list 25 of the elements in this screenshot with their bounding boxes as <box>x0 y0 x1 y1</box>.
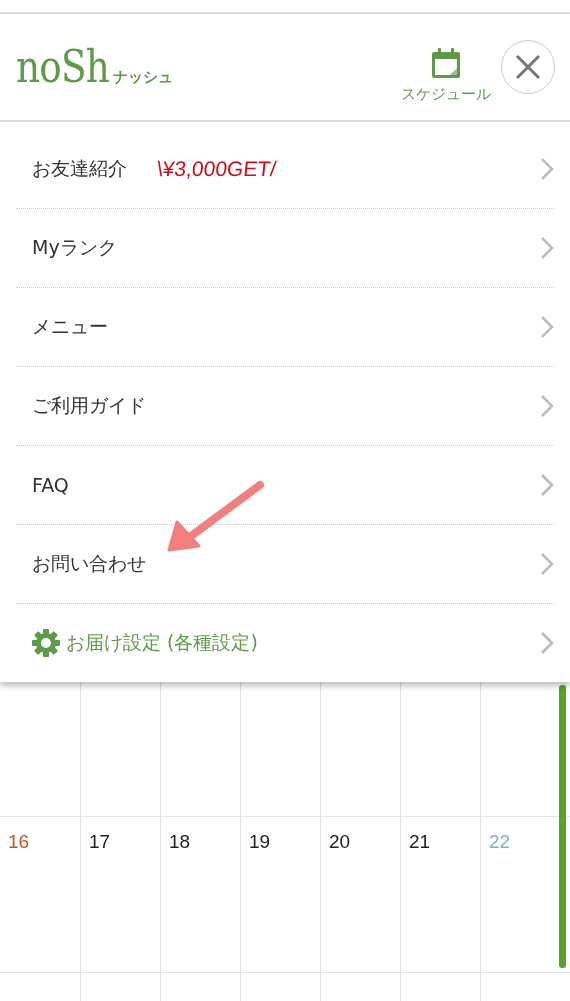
menu-item[interactable]: メニュー <box>16 288 554 367</box>
chevron-icon <box>540 394 554 418</box>
calendar-icon <box>431 46 461 79</box>
menu-item[interactable]: ご利用ガイド <box>16 367 554 446</box>
calendar-day[interactable]: 19 <box>249 831 271 852</box>
close-icon <box>515 54 541 80</box>
chevron-icon <box>540 473 554 497</box>
menu-item[interactable]: お友達紹介 \¥3,000GET/ <box>16 130 554 209</box>
calendar-day[interactable]: 16 <box>8 831 30 852</box>
menu-item[interactable]: FAQ <box>16 446 554 525</box>
calendar-day[interactable]: 20 <box>329 831 351 852</box>
chevron-icon <box>540 315 554 339</box>
calendar-day[interactable]: 18 <box>169 831 191 852</box>
promo-text: \¥3,000GET/ <box>155 157 278 181</box>
chevron-icon <box>540 552 554 576</box>
schedule-button[interactable]: スケジュール <box>401 46 491 104</box>
calendar-day[interactable]: 17 <box>89 831 111 852</box>
gear-icon <box>32 629 60 657</box>
close-button[interactable] <box>501 40 555 94</box>
scrollbar[interactable] <box>559 685 566 968</box>
menu-item[interactable]: Myランク <box>16 209 554 288</box>
calendar-day[interactable]: 21 <box>409 831 431 852</box>
chevron-icon <box>540 631 554 655</box>
chevron-icon <box>540 157 554 181</box>
chevron-icon <box>540 236 554 260</box>
